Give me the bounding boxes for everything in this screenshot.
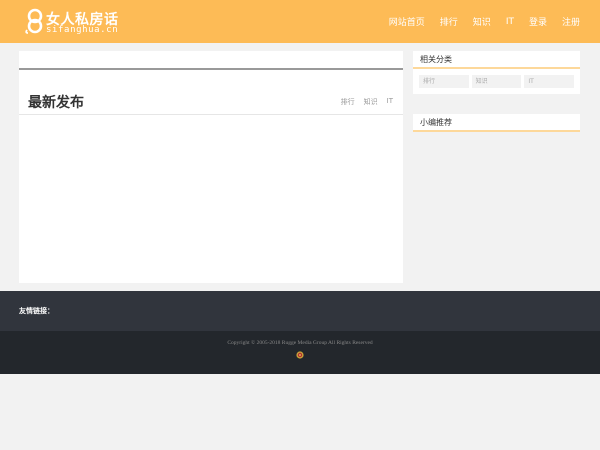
nav-home[interactable]: 网站首页: [389, 15, 425, 28]
site-header: 女人私房话 sifanghua.cn 网站首页 排行 知识 IT 登录 注册: [0, 0, 600, 43]
main-panel: 最新发布 排行 知识 IT: [19, 51, 403, 283]
category-it[interactable]: IT: [524, 75, 575, 88]
site-logo[interactable]: 女人私房话 sifanghua.cn: [24, 8, 124, 36]
nav-ranking[interactable]: 排行: [440, 15, 458, 28]
related-categories-title: 相关分类: [413, 51, 580, 69]
police-badge-icon[interactable]: [296, 351, 304, 359]
nav-knowledge[interactable]: 知识: [473, 15, 491, 28]
friend-links-label: 友情链接：: [19, 307, 54, 315]
category-knowledge[interactable]: 知识: [471, 75, 522, 88]
tab-knowledge[interactable]: 知识: [364, 97, 378, 107]
editor-recommend-box: 小编推荐: [413, 114, 580, 132]
logo-icon: [25, 8, 43, 34]
tab-it[interactable]: IT: [387, 97, 393, 107]
footer-copyright: Copyright © 2005-2018 Rugge Media Group …: [0, 331, 600, 374]
nav-register[interactable]: 注册: [562, 15, 580, 28]
footer-friend-links: 友情链接：: [0, 291, 600, 331]
latest-tabs: 排行 知识 IT: [332, 97, 393, 107]
editor-recommend-title: 小编推荐: [413, 114, 580, 132]
main-nav: 网站首页 排行 知识 IT 登录 注册: [374, 0, 580, 43]
copyright-text: Copyright © 2005-2018 Rugge Media Group …: [227, 340, 373, 346]
related-categories-box: 相关分类 排行 知识 IT: [413, 51, 580, 94]
nav-it[interactable]: IT: [506, 17, 514, 27]
logo-subtitle: sifanghua.cn: [46, 25, 119, 35]
divider: [19, 114, 403, 115]
nav-login[interactable]: 登录: [529, 15, 547, 28]
divider: [19, 68, 403, 70]
tab-ranking[interactable]: 排行: [341, 97, 355, 107]
section-title-latest: 最新发布: [28, 95, 84, 111]
category-list: 排行 知识 IT: [413, 69, 580, 88]
category-ranking[interactable]: 排行: [419, 75, 469, 88]
